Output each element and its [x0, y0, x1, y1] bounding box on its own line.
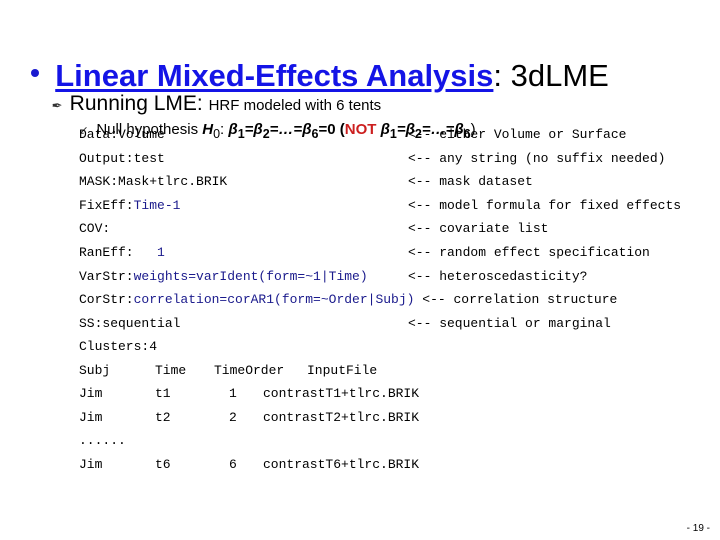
table-header: InputFile	[307, 363, 378, 378]
table-cell: 1	[229, 386, 237, 401]
sub: 1	[389, 127, 397, 141]
table-header: Subj	[79, 363, 111, 378]
param-row: Data:Volume	[79, 127, 165, 143]
param-key: MASK:	[79, 174, 119, 189]
param-value: correlation=corAR1(form=~Order|Subj)	[133, 292, 415, 307]
param-key: CorStr:	[79, 292, 134, 307]
param-key: Data:	[79, 127, 119, 142]
table-cell: 2	[229, 410, 237, 425]
param-value: 4	[149, 339, 158, 354]
param-value: Volume	[118, 127, 165, 142]
param-comment: <-- either Volume or Surface	[408, 127, 627, 142]
table-header: Time	[155, 363, 187, 378]
param-comment: <-- mask dataset	[408, 174, 533, 189]
param-key: RanEff:	[79, 245, 134, 260]
equals-zero: =0 (	[318, 121, 345, 138]
param-row: MASK:Mask+tlrc.BRIK	[79, 174, 227, 190]
param-comment: <-- correlation structure	[414, 292, 618, 307]
table-cell: Jim	[79, 410, 103, 425]
table-cell: t1	[155, 386, 171, 401]
pen-bullet-icon: ✒	[51, 98, 63, 113]
param-row: COV:	[79, 221, 110, 237]
beta: =β	[244, 121, 263, 138]
param-row: FixEff:Time-1	[79, 198, 180, 214]
param-value: weights=varIdent(form=~1|Time)	[133, 269, 368, 284]
param-row: SS:sequential	[79, 316, 180, 332]
param-comment: <-- random effect specification	[408, 245, 650, 260]
table-cell: contrastT6+tlrc.BRIK	[263, 457, 420, 472]
param-value: Mask+tlrc.BRIK	[118, 174, 228, 189]
param-row: VarStr:weights=varIdent(form=~1|Time)	[79, 269, 368, 285]
table-cell: t6	[155, 457, 171, 472]
param-row: CorStr:correlation=corAR1(form=~Order|Su…	[79, 292, 617, 308]
param-key: Output:	[79, 151, 134, 166]
param-value: 1	[133, 245, 165, 260]
param-row: Clusters:4	[79, 339, 157, 355]
param-comment: <-- model formula for fixed effects	[408, 198, 682, 213]
sub: 1	[237, 127, 245, 141]
table-cell: 6	[229, 457, 237, 472]
param-key: SS:	[79, 316, 103, 331]
sub: 2	[262, 127, 270, 141]
beta: β	[228, 121, 238, 138]
h0-symbol: H	[202, 121, 214, 138]
param-row: Output:test	[79, 151, 165, 167]
beta: β	[376, 121, 390, 138]
param-key: Clusters:	[79, 339, 150, 354]
bullet-dot-icon	[31, 68, 40, 77]
page-number: - 19 -	[686, 523, 710, 534]
table-cell: ......	[79, 433, 126, 448]
h0-subscript: 0	[213, 127, 221, 141]
table-cell: contrastT2+tlrc.BRIK	[263, 410, 420, 425]
title-suffix: : 3dLME	[493, 58, 609, 93]
param-key: FixEff:	[79, 198, 134, 213]
table-cell: Jim	[79, 457, 103, 472]
param-key: VarStr:	[79, 269, 134, 284]
beta: =…=β	[269, 121, 312, 138]
param-value: Time-1	[133, 198, 181, 213]
table-cell: contrastT1+tlrc.BRIK	[263, 386, 420, 401]
table-cell: t2	[155, 410, 171, 425]
param-key: COV:	[79, 221, 111, 236]
param-value: test	[133, 151, 165, 166]
table-cell: Jim	[79, 386, 103, 401]
not-label: NOT	[344, 121, 377, 138]
param-value: sequential	[102, 316, 181, 331]
table-header: TimeOrder	[214, 363, 285, 378]
param-comment: <-- heteroscedasticity?	[408, 269, 588, 284]
param-row: RanEff: 1	[79, 245, 165, 261]
param-comment: <-- covariate list	[408, 221, 549, 236]
param-comment: <-- any string (no suffix needed)	[408, 151, 666, 166]
param-comment: <-- sequential or marginal	[408, 316, 611, 331]
